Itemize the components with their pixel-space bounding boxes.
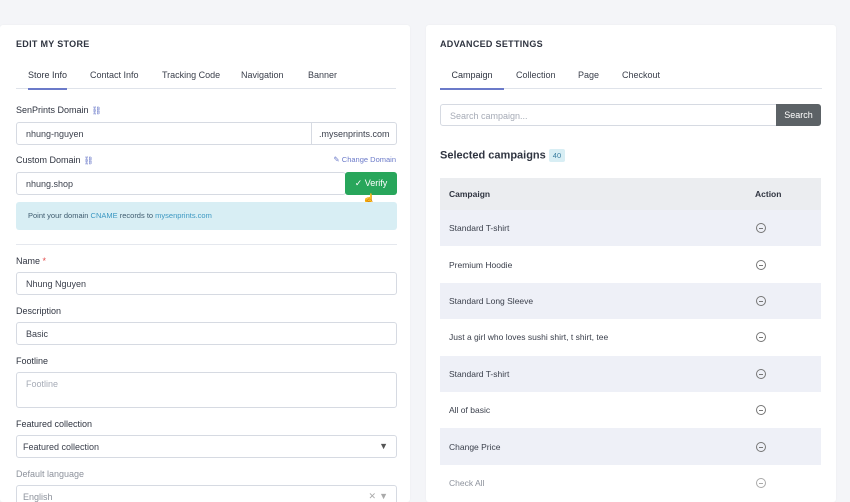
- panel-title: ADVANCED SETTINGS: [440, 39, 543, 49]
- table-row: Change Price: [440, 428, 821, 465]
- remove-icon[interactable]: [756, 332, 766, 343]
- campaigns-table: Campaign Action Standard T-shirt Premium…: [440, 178, 821, 501]
- tab-banner[interactable]: Banner: [308, 70, 337, 88]
- chevron-down-icon: ▼: [379, 491, 388, 501]
- selected-campaigns-title: Selected campaigns 40: [440, 149, 566, 162]
- remove-icon[interactable]: [756, 223, 766, 234]
- remove-icon[interactable]: [756, 477, 766, 488]
- edit-store-panel: EDIT MY STORE Store Info Contact Info Tr…: [0, 25, 410, 502]
- table-row: Check All: [440, 465, 821, 501]
- tab-page[interactable]: Page: [578, 70, 599, 88]
- settings-tabs: Campaign Collection Page Checkout: [440, 65, 822, 90]
- change-domain-link[interactable]: ✎ Change Domain: [333, 155, 396, 164]
- table-row: Standard T-shirt: [440, 355, 821, 392]
- tab-store-info[interactable]: Store Info: [28, 70, 68, 90]
- default-language-select[interactable]: English ✕ ▼: [16, 485, 397, 502]
- footline-textarea[interactable]: Footline: [16, 372, 397, 408]
- name-input[interactable]: Nhung Nguyen: [16, 272, 397, 295]
- senprints-domain-input[interactable]: nhung-nguyen: [16, 122, 312, 145]
- tab-tracking-code[interactable]: Tracking Code: [162, 70, 220, 88]
- tab-navigation[interactable]: Navigation: [241, 70, 284, 88]
- tab-checkout[interactable]: Checkout: [622, 70, 660, 88]
- advanced-settings-panel: ADVANCED SETTINGS Campaign Collection Pa…: [426, 25, 836, 502]
- search-button[interactable]: Search: [776, 104, 821, 126]
- description-label: Description: [16, 306, 62, 316]
- remove-icon[interactable]: [756, 259, 766, 270]
- tab-campaign[interactable]: Campaign: [440, 70, 504, 90]
- senprints-domain-label: SenPrints Domain ⛓: [16, 105, 102, 115]
- count-badge: 40: [548, 149, 566, 162]
- tab-collection[interactable]: Collection: [516, 70, 556, 88]
- verify-button[interactable]: ✓ Verify: [345, 172, 397, 195]
- remove-icon[interactable]: [756, 368, 766, 379]
- check-icon: ✓: [354, 178, 365, 188]
- table-row: Standard T-shirt: [440, 210, 821, 247]
- remove-icon[interactable]: [756, 441, 766, 452]
- footline-label: Footline: [16, 356, 49, 366]
- custom-domain-input[interactable]: nhung.shop: [16, 172, 346, 195]
- table-row: Standard Long Sleeve: [440, 282, 821, 320]
- clear-icon[interactable]: ✕: [368, 491, 376, 502]
- featured-collection-label: Featured collection: [16, 419, 93, 429]
- link-icon: ⛓: [91, 106, 102, 115]
- panel-title: EDIT MY STORE: [16, 39, 90, 49]
- pencil-icon: ✎: [333, 155, 342, 164]
- default-language-label: Default language: [16, 469, 85, 479]
- target-link[interactable]: mysenprints.com: [155, 211, 212, 220]
- search-campaign-input[interactable]: Search campaign...: [440, 104, 777, 126]
- chevron-down-icon: ▼: [379, 441, 388, 451]
- domain-suffix: .mysenprints.com: [311, 122, 397, 145]
- link-icon: ⛓: [83, 156, 94, 165]
- name-label: Name *: [16, 256, 47, 266]
- featured-collection-select[interactable]: Featured collection ▼: [16, 435, 397, 458]
- header-campaign: Campaign: [449, 189, 491, 199]
- cname-info-box: Point your domain CNAME records to mysen…: [16, 202, 397, 230]
- table-row: All of basic: [440, 392, 821, 428]
- tab-contact-info[interactable]: Contact Info: [90, 70, 139, 88]
- header-action: Action: [755, 189, 782, 199]
- description-input[interactable]: Basic: [16, 322, 397, 345]
- table-row: Just a girl who loves sushi shirt, t shi…: [440, 319, 821, 355]
- custom-domain-label: Custom Domain ⛓: [16, 155, 94, 165]
- divider: [16, 244, 397, 245]
- table-row: Premium Hoodie: [440, 246, 821, 282]
- store-tabs: Store Info Contact Info Tracking Code Na…: [16, 65, 396, 90]
- remove-icon[interactable]: [756, 405, 766, 416]
- remove-icon[interactable]: [756, 295, 766, 306]
- table-header: Campaign Action: [440, 178, 821, 210]
- cname-link[interactable]: CNAME: [91, 211, 118, 220]
